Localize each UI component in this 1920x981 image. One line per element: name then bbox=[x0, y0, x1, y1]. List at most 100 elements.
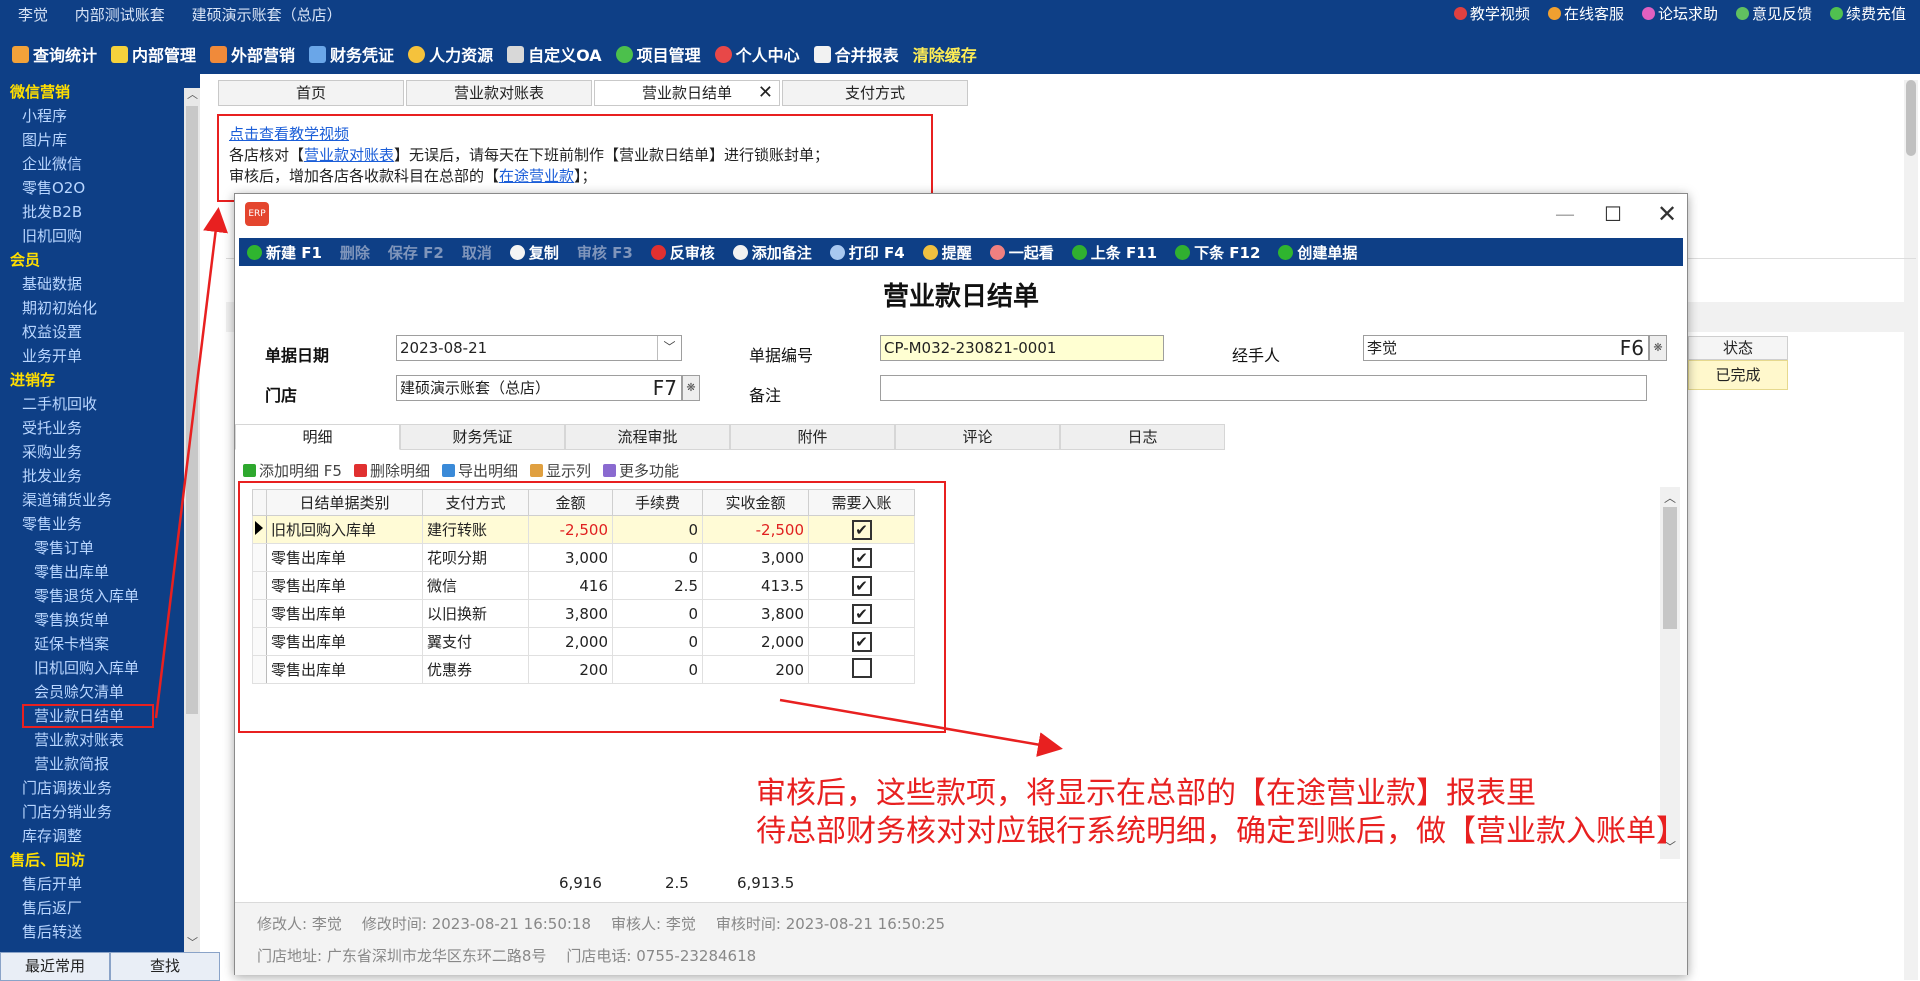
tab-search[interactable]: 查找 bbox=[110, 952, 220, 981]
need-entry-checkbox[interactable]: ✔ bbox=[851, 519, 872, 540]
menu-finance-voucher[interactable]: 财务凭证 bbox=[309, 42, 394, 66]
close-button[interactable]: ✕ bbox=[1649, 200, 1685, 228]
sidebar-item[interactable]: 零售订单 bbox=[0, 536, 184, 560]
grid-header-net[interactable]: 实收金额 bbox=[702, 489, 809, 516]
grid-cell-net[interactable]: 3,800 bbox=[702, 599, 809, 628]
menu-external-marketing[interactable]: 外部营销 bbox=[210, 42, 295, 66]
sidebar-item[interactable]: 延保卡档案 bbox=[0, 632, 184, 656]
menu-query-stats[interactable]: 查询统计 bbox=[12, 42, 97, 66]
sidebar-item[interactable]: 门店分销业务 bbox=[0, 800, 184, 824]
grid-scroll-thumb[interactable] bbox=[1663, 507, 1677, 629]
sidebar-item[interactable]: 受托业务 bbox=[0, 416, 184, 440]
grid-cell-type[interactable]: 零售出库单 bbox=[266, 655, 423, 684]
grid-cell-type[interactable]: 旧机回购入库单 bbox=[266, 515, 423, 544]
toolbar-button[interactable]: 添加备注 bbox=[732, 242, 812, 263]
sidebar-item[interactable]: 库存调整 bbox=[0, 824, 184, 848]
reconciliation-link[interactable]: 营业款对账表 bbox=[304, 146, 394, 164]
grid-cell-net[interactable]: 413.5 bbox=[702, 571, 809, 600]
more-functions-button[interactable]: 更多功能 bbox=[603, 460, 679, 481]
store-field[interactable]: 建硕演示账套（总店） F7 bbox=[396, 375, 682, 401]
link-feedback[interactable]: 意见反馈 bbox=[1735, 3, 1812, 24]
tab-reconciliation[interactable]: 营业款对账表 bbox=[406, 80, 592, 106]
sidebar-scroll-thumb[interactable] bbox=[186, 106, 198, 714]
menu-hr[interactable]: 人力资源 bbox=[408, 42, 493, 66]
tab-daily-settlement[interactable]: 营业款日结单 ✕ bbox=[594, 80, 780, 106]
table-row[interactable]: 零售出库单 微信 416 2.5 413.5 ✔ bbox=[252, 571, 915, 600]
close-icon[interactable]: ✕ bbox=[758, 81, 773, 105]
grid-header-type[interactable]: 日结单据类别 bbox=[266, 489, 423, 516]
chevron-up-icon[interactable]: ︿ bbox=[187, 89, 198, 100]
export-detail-button[interactable]: 导出明细 bbox=[441, 460, 518, 481]
grid-cell-type[interactable]: 零售出库单 bbox=[266, 627, 423, 656]
table-row[interactable]: 零售出库单 优惠券 200 0 200 bbox=[252, 655, 915, 684]
grid-cell-need-entry[interactable]: ✔ bbox=[808, 599, 915, 628]
grid-header-fee[interactable]: 手续费 bbox=[612, 489, 703, 516]
chevron-up-icon[interactable]: ︿ bbox=[1664, 489, 1676, 506]
toolbar-button[interactable]: 新建 F1 bbox=[247, 242, 322, 263]
tab-workflow[interactable]: 流程审批 bbox=[565, 424, 730, 450]
grid-row-header[interactable] bbox=[252, 543, 267, 572]
toolbar-button[interactable]: 反审核 bbox=[650, 242, 715, 263]
docno-field[interactable]: CP-M032-230821-0001 bbox=[880, 335, 1164, 361]
need-entry-checkbox[interactable] bbox=[851, 657, 872, 678]
tab-detail[interactable]: 明细 bbox=[235, 424, 400, 450]
tab-comments[interactable]: 评论 bbox=[895, 424, 1060, 450]
sidebar-item[interactable]: 营业款简报 bbox=[0, 752, 184, 776]
grid-cell-fee[interactable]: 0 bbox=[612, 543, 703, 572]
grid-cell-net[interactable]: 2,000 bbox=[702, 627, 809, 656]
grid-row-header[interactable] bbox=[252, 515, 267, 544]
sidebar-item[interactable]: 营业款日结单 bbox=[22, 704, 154, 728]
grid-cell-amount[interactable]: 3,800 bbox=[528, 599, 613, 628]
sidebar-item[interactable]: 权益设置 bbox=[0, 320, 184, 344]
menu-personal-center[interactable]: 个人中心 bbox=[714, 42, 800, 66]
sidebar-item[interactable]: 企业微信 bbox=[0, 152, 184, 176]
tutorial-video-link[interactable]: 点击查看教学视频 bbox=[229, 125, 349, 143]
toolbar-button[interactable]: 审核 F3 bbox=[577, 242, 633, 263]
grid-scrollbar[interactable]: ︿ ﹀ bbox=[1660, 487, 1680, 859]
grid-cell-type[interactable]: 零售出库单 bbox=[266, 543, 423, 572]
sidebar-group[interactable]: 进销存 bbox=[0, 368, 184, 392]
tab-home[interactable]: 首页 bbox=[218, 80, 404, 106]
grid-cell-need-entry[interactable] bbox=[808, 655, 915, 684]
grid-cell-net[interactable]: 3,000 bbox=[702, 543, 809, 572]
sidebar-item[interactable]: 采购业务 bbox=[0, 440, 184, 464]
toolbar-button[interactable]: 创建单据 bbox=[1278, 242, 1357, 263]
grid-cell-net[interactable]: -2,500 bbox=[702, 515, 809, 544]
table-row[interactable]: 零售出库单 花呗分期 3,000 0 3,000 ✔ bbox=[252, 543, 915, 572]
delete-detail-button[interactable]: 删除明细 bbox=[353, 460, 430, 481]
handler-lookup-icon[interactable]: ❋ bbox=[1649, 335, 1667, 361]
grid-cell-pay[interactable]: 以旧换新 bbox=[422, 599, 529, 628]
grid-cell-pay[interactable]: 优惠券 bbox=[422, 655, 529, 684]
sidebar-item[interactable]: 售后转送 bbox=[0, 920, 184, 944]
sidebar-item[interactable]: 批发B2B bbox=[0, 200, 184, 224]
grid-cell-pay[interactable]: 翼支付 bbox=[422, 627, 529, 656]
grid-cell-pay[interactable]: 建行转账 bbox=[422, 515, 529, 544]
grid-cell-need-entry[interactable]: ✔ bbox=[808, 515, 915, 544]
grid-cell-amount[interactable]: -2,500 bbox=[528, 515, 613, 544]
maximize-button[interactable]: ☐ bbox=[1595, 200, 1631, 228]
clear-cache-button[interactable]: 清除缓存 bbox=[913, 42, 977, 66]
menu-custom-oa[interactable]: 自定义OA bbox=[507, 42, 602, 66]
sidebar-item[interactable]: 零售换货单 bbox=[0, 608, 184, 632]
grid-cell-amount[interactable]: 200 bbox=[528, 655, 613, 684]
grid-row-header[interactable] bbox=[252, 655, 267, 684]
sidebar-item[interactable]: 二手机回收 bbox=[0, 392, 184, 416]
table-row[interactable]: 零售出库单 翼支付 2,000 0 2,000 ✔ bbox=[252, 627, 915, 656]
grid-cell-net[interactable]: 200 bbox=[702, 655, 809, 684]
grid-cell-amount[interactable]: 3,000 bbox=[528, 543, 613, 572]
grid-cell-type[interactable]: 零售出库单 bbox=[266, 571, 423, 600]
sidebar-item[interactable]: 零售退货入库单 bbox=[0, 584, 184, 608]
table-row[interactable]: 旧机回购入库单 建行转账 -2,500 0 -2,500 ✔ bbox=[252, 515, 915, 544]
menu-project-mgmt[interactable]: 项目管理 bbox=[615, 42, 701, 66]
sidebar-group[interactable]: 微信营销 bbox=[0, 80, 184, 104]
toolbar-button[interactable]: 打印 F4 bbox=[829, 242, 905, 263]
minimize-button[interactable]: — bbox=[1547, 200, 1583, 228]
grid-cell-need-entry[interactable]: ✔ bbox=[808, 627, 915, 656]
need-entry-checkbox[interactable]: ✔ bbox=[851, 547, 872, 568]
sidebar-item[interactable]: 会员赊欠清单 bbox=[0, 680, 184, 704]
grid-header-need-entry[interactable]: 需要入账 bbox=[808, 489, 915, 516]
grid-cell-pay[interactable]: 微信 bbox=[422, 571, 529, 600]
date-field[interactable]: 2023-08-21 ﹀ bbox=[396, 335, 682, 361]
tab-recent[interactable]: 最近常用 bbox=[0, 952, 110, 981]
sidebar-scrollbar[interactable]: ︿ ﹀ bbox=[184, 88, 200, 952]
